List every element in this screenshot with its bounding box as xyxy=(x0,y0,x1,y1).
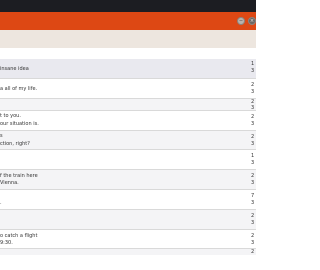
row-text xyxy=(0,249,250,255)
row-text-line: f the train here xyxy=(0,173,38,179)
row-text xyxy=(0,150,250,169)
row-text: t to you. our situation is. xyxy=(0,111,250,130)
spacer xyxy=(0,48,256,59)
row-value: 2 xyxy=(251,173,255,179)
row-value: 7 xyxy=(251,193,255,199)
row-text: s ction, right? xyxy=(0,131,250,149)
row-value: 3 xyxy=(251,121,255,127)
row-value: 3 xyxy=(251,180,255,186)
row-text-line: Vienna. xyxy=(0,180,19,186)
table-row[interactable]: s ction, right? 2 3 xyxy=(0,131,256,150)
table-row[interactable]: insane idea 1 3 xyxy=(0,59,256,79)
row-value: 1 xyxy=(251,61,255,67)
row-value: 3 xyxy=(251,89,255,95)
row-text xyxy=(0,210,250,229)
toolbar xyxy=(0,30,256,48)
table-row[interactable]: f the train here Vienna. 2 3 xyxy=(0,170,256,190)
row-text xyxy=(0,99,250,110)
row-value: 3 xyxy=(251,68,255,74)
row-text: a all of my life. xyxy=(0,79,250,98)
table-row[interactable]: . 7 3 xyxy=(0,190,256,210)
row-text: . xyxy=(0,190,250,209)
row-text-line: a all of my life. xyxy=(0,86,38,92)
system-top-bar xyxy=(0,0,256,12)
row-value: 2 xyxy=(251,233,255,239)
row-text-line: . xyxy=(0,200,2,206)
row-value: 3 xyxy=(251,200,255,206)
row-text-line: ction, right? xyxy=(0,141,30,147)
row-text: insane idea xyxy=(0,59,250,78)
row-text-line: o catch a flight xyxy=(0,233,38,239)
table-row[interactable]: 2 3 xyxy=(0,210,256,230)
row-text-line: s xyxy=(0,133,3,139)
table-row[interactable]: 1 3 xyxy=(0,150,256,170)
row-text-line: t to you. xyxy=(0,113,21,119)
table-row[interactable]: 2 xyxy=(0,249,256,255)
row-value: 2 xyxy=(251,249,255,255)
window-title-bar xyxy=(0,12,256,30)
table-row[interactable]: 2 3 xyxy=(0,99,256,111)
table-row[interactable]: o catch a flight 9:30. 2 3 xyxy=(0,230,256,249)
close-button[interactable]: × xyxy=(248,17,256,25)
row-text: f the train here Vienna. xyxy=(0,170,250,189)
row-value: 3 xyxy=(251,240,255,246)
row-text-line: our situation is. xyxy=(0,121,39,127)
row-value: 2 xyxy=(251,82,255,88)
row-text-line: insane idea xyxy=(0,66,29,72)
row-value: 3 xyxy=(251,220,255,226)
row-value: 1 xyxy=(251,153,255,159)
row-text-line: 9:30. xyxy=(0,240,13,246)
row-value: 3 xyxy=(251,141,255,147)
row-value: 2 xyxy=(251,213,255,219)
table-row[interactable]: a all of my life. 2 3 xyxy=(0,79,256,99)
minimize-button[interactable]: − xyxy=(237,17,245,25)
row-value: 2 xyxy=(251,114,255,120)
row-value: 3 xyxy=(251,160,255,166)
row-value: 2 xyxy=(251,134,255,140)
table-row[interactable]: t to you. our situation is. 2 3 xyxy=(0,111,256,131)
row-text: o catch a flight 9:30. xyxy=(0,230,250,248)
